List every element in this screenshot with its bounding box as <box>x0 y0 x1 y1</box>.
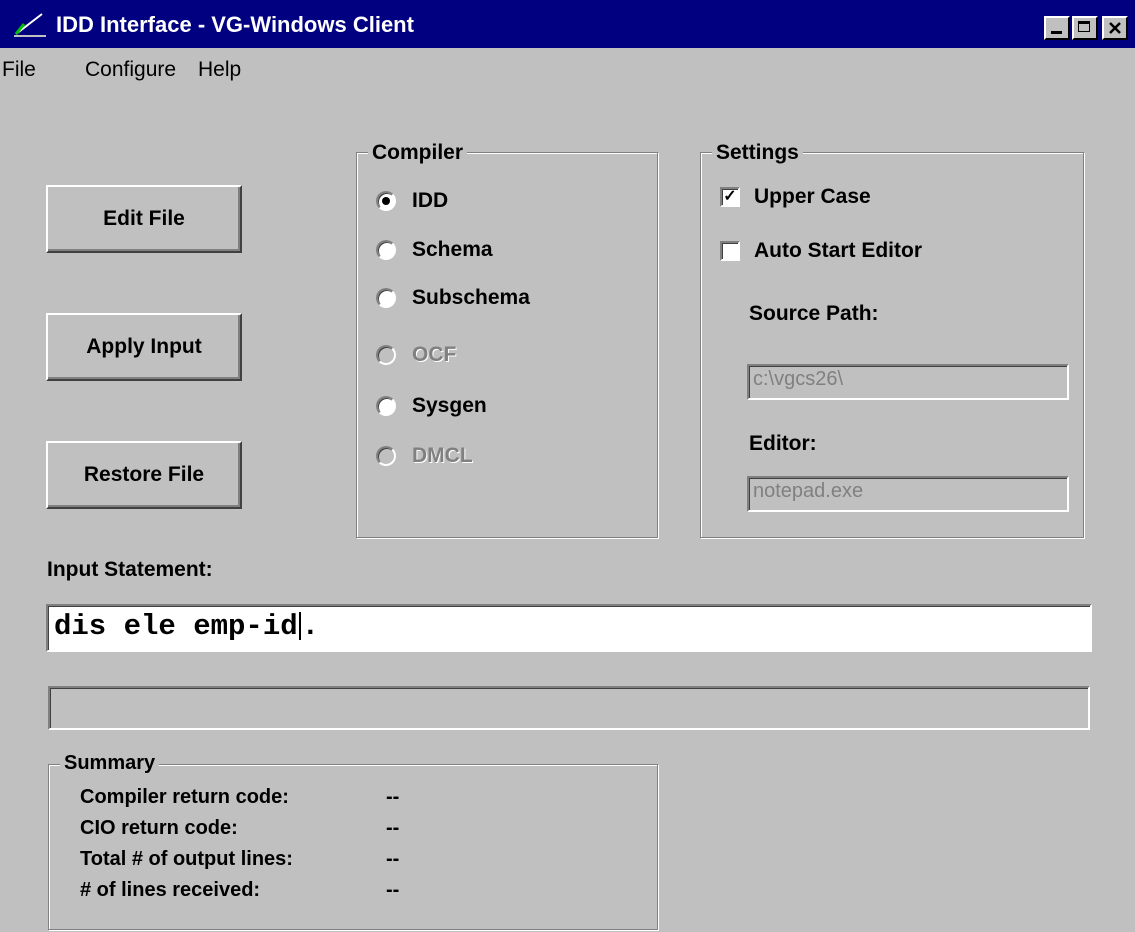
input-text-after-caret: . <box>301 610 320 643</box>
edit-file-button[interactable]: Edit File <box>46 185 242 253</box>
radio-ocf-label: OCF <box>412 343 457 366</box>
input-text: dis ele emp-id <box>54 610 298 643</box>
radio-schema[interactable]: Schema <box>376 238 493 262</box>
edit-file-label: Edit File <box>103 207 185 230</box>
auto-start-editor-label: Auto Start Editor <box>754 239 922 262</box>
close-icon <box>1109 22 1121 34</box>
minimize-button[interactable] <box>1044 16 1070 40</box>
close-button[interactable] <box>1102 16 1128 40</box>
restore-file-button[interactable]: Restore File <box>46 441 242 509</box>
window-title: IDD Interface - VG-Windows Client <box>56 12 414 37</box>
radio-sysgen[interactable]: Sysgen <box>376 394 487 418</box>
menu-configure[interactable]: Configure <box>85 58 176 82</box>
checkbox-box <box>720 241 740 261</box>
restore-file-label: Restore File <box>83 463 205 486</box>
menu-file[interactable]: File <box>2 58 36 82</box>
total-output-lines-value: -- <box>386 848 400 870</box>
cio-return-code-label: CIO return code: <box>80 817 238 839</box>
radio-schema-label: Schema <box>412 238 493 261</box>
compiler-return-code-label: Compiler return code: <box>80 786 289 808</box>
compiler-legend: Compiler <box>368 141 468 165</box>
editor-label: Editor: <box>749 432 817 455</box>
lines-received-label: # of lines received: <box>80 879 261 901</box>
lines-received-value: -- <box>386 879 400 901</box>
input-statement-label: Input Statement: <box>47 558 213 581</box>
radio-indicator <box>376 446 396 466</box>
auto-start-editor-checkbox[interactable]: Auto Start Editor <box>720 239 922 263</box>
compiler-return-code-value: -- <box>386 786 400 808</box>
radio-subschema-label: Subschema <box>412 286 530 309</box>
apply-input-label: Apply Input <box>86 335 202 358</box>
radio-idd[interactable]: IDD <box>376 189 448 213</box>
radio-idd-label: IDD <box>412 189 449 212</box>
minimize-icon <box>1051 31 1062 34</box>
radio-dmcl: DMCL <box>376 444 473 468</box>
upper-case-label: Upper Case <box>754 185 871 208</box>
title-bar[interactable]: IDD Interface - VG-Windows Client <box>0 0 1135 48</box>
upper-case-checkbox[interactable]: ✓ Upper Case <box>720 185 871 209</box>
editor-field[interactable]: notepad.exe <box>747 476 1069 512</box>
text-caret <box>298 612 301 641</box>
maximize-icon <box>1078 21 1090 32</box>
radio-dmcl-label: DMCL <box>412 444 473 467</box>
settings-legend: Settings <box>712 141 803 165</box>
radio-sysgen-label: Sysgen <box>412 394 487 417</box>
source-path-field[interactable]: c:\vgcs26\ <box>747 364 1069 400</box>
source-path-label: Source Path: <box>749 302 879 325</box>
radio-indicator <box>376 191 396 211</box>
cio-return-code-value: -- <box>386 817 400 839</box>
maximize-button[interactable] <box>1072 16 1098 40</box>
summary-legend: Summary <box>60 752 160 775</box>
checkmark-icon: ✓ <box>720 187 740 207</box>
input-statement-field[interactable]: dis ele emp-id. <box>46 604 1092 652</box>
radio-subschema[interactable]: Subschema <box>376 286 530 310</box>
app-icon <box>14 13 46 37</box>
status-bar <box>48 686 1090 730</box>
radio-ocf: OCF <box>376 343 456 367</box>
radio-indicator <box>376 288 396 308</box>
radio-indicator <box>376 396 396 416</box>
menu-help[interactable]: Help <box>198 58 241 82</box>
radio-indicator <box>376 240 396 260</box>
apply-input-button[interactable]: Apply Input <box>46 313 242 381</box>
total-output-lines-label: Total # of output lines: <box>80 848 293 870</box>
radio-indicator <box>376 345 396 365</box>
